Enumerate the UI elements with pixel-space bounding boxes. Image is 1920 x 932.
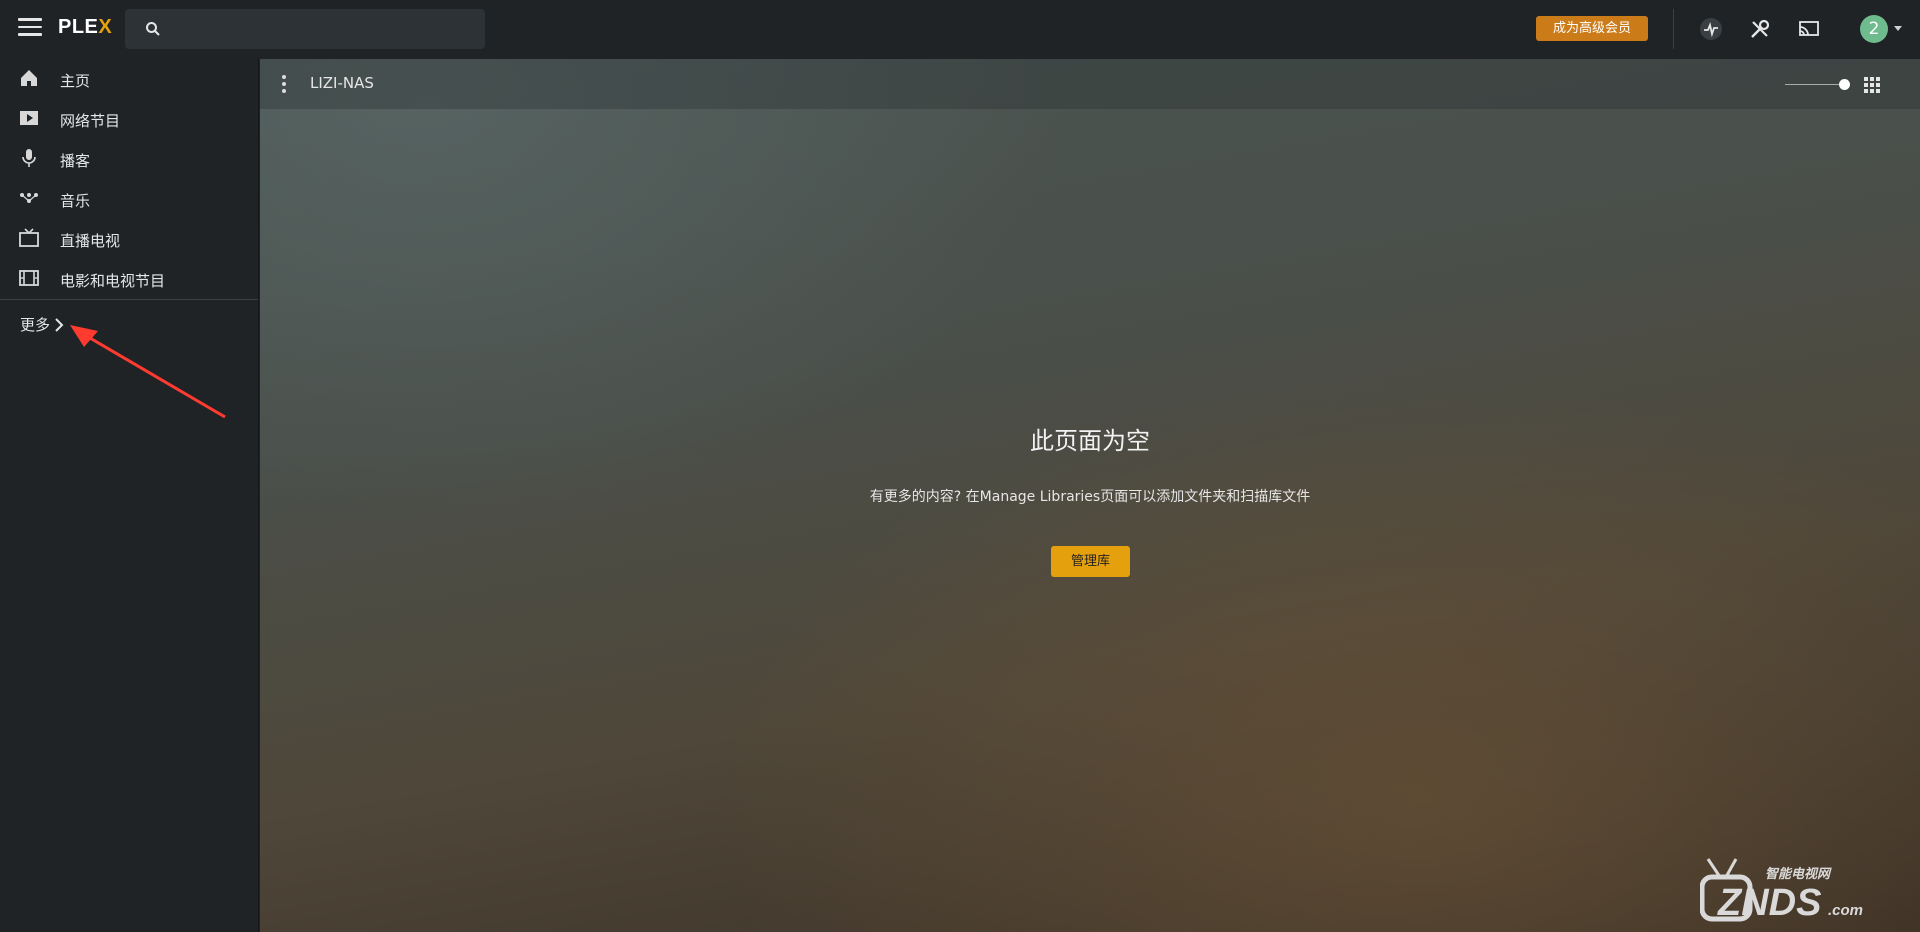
tv-icon	[19, 228, 39, 247]
top-bar: PLEX 成为高级会员 2	[0, 0, 1920, 59]
logo-main: PLE	[58, 16, 99, 38]
grid-view-icon[interactable]	[1864, 77, 1880, 93]
music-icon	[20, 193, 38, 203]
empty-page-message: 有更多的内容? 在Manage Libraries页面可以添加文件夹和扫描库文件	[869, 489, 1311, 505]
sidebar-item-movies-tv[interactable]: 电影和电视节目	[0, 259, 258, 299]
sidebar-item-music[interactable]: 音乐	[0, 179, 258, 219]
watermark-suffix-text: .com	[1828, 902, 1863, 919]
film-icon	[19, 270, 39, 286]
empty-page-title: 此页面为空	[1030, 427, 1150, 455]
manage-libraries-button[interactable]: 管理库	[1051, 546, 1130, 577]
search-icon	[146, 22, 160, 36]
settings-tools-icon[interactable]	[1748, 17, 1772, 41]
sidebar-item-label: 网络节目	[60, 112, 121, 130]
sidebar-item-label: 主页	[60, 72, 91, 90]
watermark-main-text: ZNDS	[1717, 882, 1821, 924]
play-box-icon	[20, 111, 38, 125]
sidebar-item-label: 电影和电视节目	[60, 272, 166, 290]
sidebar-item-label: 音乐	[60, 192, 91, 210]
size-slider-handle[interactable]	[1839, 79, 1850, 90]
home-icon	[21, 70, 37, 86]
server-name[interactable]: LIZI-NAS	[310, 74, 374, 92]
plex-logo[interactable]: PLEX	[58, 16, 112, 39]
search-input[interactable]	[125, 9, 485, 49]
znds-watermark-logo: 智能电视网 ZNDS .com	[1700, 858, 1863, 924]
sidebar: 主页 网络节目 播客 音乐 直播电视 电影和电视节目 更多	[0, 59, 259, 932]
sidebar-item-live-tv[interactable]: 直播电视	[0, 219, 258, 259]
activity-icon[interactable]	[1699, 17, 1723, 41]
sidebar-item-podcasts[interactable]: 播客	[0, 139, 258, 179]
watermark-top-text: 智能电视网	[1765, 866, 1832, 882]
cast-icon[interactable]	[1797, 17, 1821, 41]
main-content: LIZI-NAS 此页面为空 有更多的内容? 在Manage Libraries…	[260, 59, 1920, 932]
sidebar-item-label: 直播电视	[60, 232, 121, 250]
user-avatar[interactable]: 2	[1860, 15, 1888, 43]
menu-icon[interactable]	[18, 18, 42, 40]
more-link[interactable]: 更多	[20, 314, 50, 335]
header-divider	[1673, 9, 1674, 49]
sidebar-divider	[0, 299, 258, 300]
go-premium-button[interactable]: 成为高级会员	[1536, 16, 1648, 41]
sidebar-item-web-shows[interactable]: 网络节目	[0, 99, 258, 139]
library-header: LIZI-NAS	[260, 59, 1920, 109]
logo-accent: X	[98, 16, 113, 38]
sidebar-item-home[interactable]: 主页	[0, 59, 258, 99]
annotation-arrow-icon	[70, 325, 226, 419]
chevron-down-icon[interactable]	[1894, 26, 1902, 31]
microphone-icon	[22, 149, 36, 167]
more-options-icon[interactable]	[282, 75, 286, 96]
size-slider[interactable]	[1785, 84, 1843, 85]
sidebar-item-label: 播客	[60, 152, 91, 170]
